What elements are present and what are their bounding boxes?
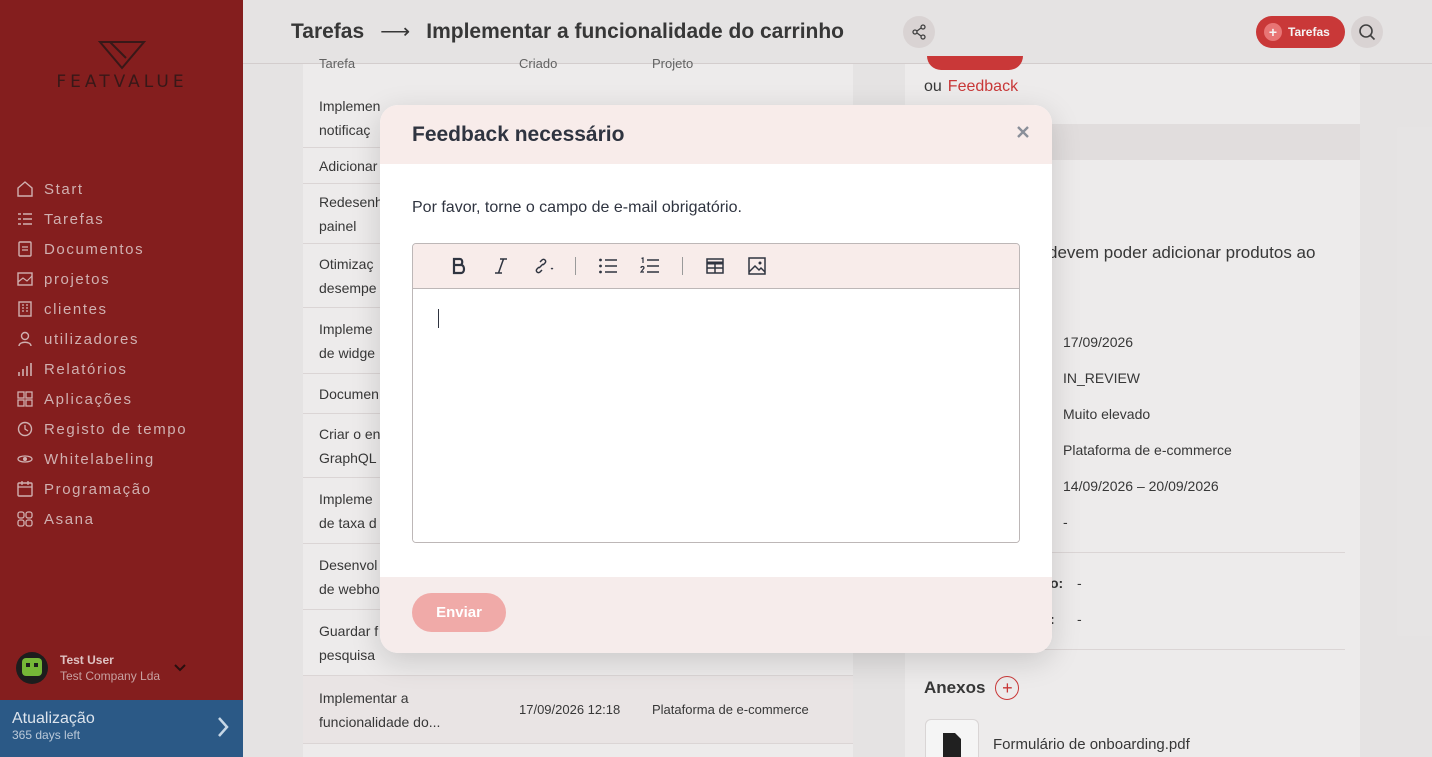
bold-icon[interactable] — [447, 254, 471, 278]
modal-header: Feedback necessário — [380, 105, 1052, 164]
link-icon[interactable] — [531, 254, 555, 278]
rich-text-editor — [412, 243, 1020, 543]
modal-title: Feedback necessário — [412, 122, 625, 146]
table-icon[interactable] — [703, 254, 727, 278]
close-button[interactable] — [1012, 121, 1034, 143]
modal-message: Por favor, torne o campo de e-mail obrig… — [412, 199, 742, 216]
bullet-list-icon[interactable] — [596, 254, 620, 278]
toolbar-divider — [575, 257, 576, 275]
editor-toolbar — [413, 244, 1019, 289]
feedback-modal: Feedback necessário Por favor, torne o c… — [380, 105, 1052, 653]
close-icon — [1017, 126, 1029, 138]
feedback-text-area[interactable] — [413, 289, 1019, 542]
toolbar-divider — [682, 257, 683, 275]
text-cursor — [438, 309, 439, 328]
numbered-list-icon[interactable] — [638, 254, 662, 278]
send-button[interactable]: Enviar — [412, 593, 506, 632]
modal-footer: Enviar — [380, 577, 1052, 653]
image-icon[interactable] — [745, 254, 769, 278]
italic-icon[interactable] — [489, 254, 513, 278]
